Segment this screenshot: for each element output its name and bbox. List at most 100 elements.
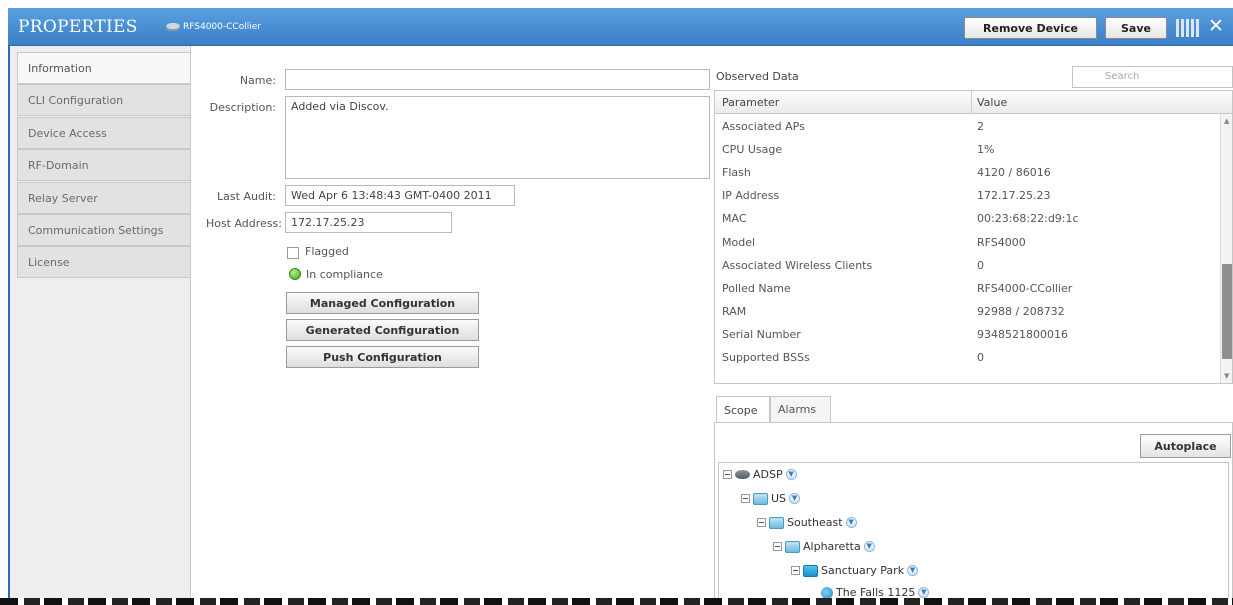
generated-configuration-button[interactable]: Generated Configuration xyxy=(286,319,479,341)
table-row[interactable]: Supported BSSs 0 xyxy=(715,346,1220,369)
cell-parameter: IP Address xyxy=(722,189,780,202)
chevron-down-icon[interactable]: ▼ xyxy=(918,587,930,598)
cell-parameter: Model xyxy=(722,236,756,249)
last-audit-field: Wed Apr 6 13:48:43 GMT-0400 2011 xyxy=(285,185,515,206)
sidebar-item-label: RF-Domain xyxy=(28,158,89,172)
tab-alarms[interactable]: Alarms xyxy=(770,396,831,422)
sidebar-item-cli-configuration[interactable]: CLI Configuration xyxy=(17,84,191,116)
managed-configuration-button[interactable]: Managed Configuration xyxy=(286,292,479,314)
cell-parameter: Associated Wireless Clients xyxy=(722,259,873,272)
cell-value: 92988 / 208732 xyxy=(977,305,1065,318)
chevron-down-icon[interactable]: ▼ xyxy=(863,541,875,552)
column-header-parameter[interactable]: Parameter xyxy=(722,96,779,109)
cell-value: 9348521800016 xyxy=(977,328,1068,341)
table-row[interactable]: RAM 92988 / 208732 xyxy=(715,300,1220,323)
park-icon xyxy=(803,564,818,577)
chevron-down-icon[interactable]: ▼ xyxy=(789,493,801,504)
search-input[interactable]: Search xyxy=(1072,66,1233,88)
collapse-icon[interactable] xyxy=(773,542,782,551)
scope-tree: ADSP ▼ US ▼ Southeast ▼ Alpharetta ▼ San… xyxy=(718,462,1229,605)
bottom-edge xyxy=(0,598,1233,605)
table-row[interactable]: Serial Number 9348521800016 xyxy=(715,323,1220,346)
table-row[interactable]: Flash 4120 / 86016 xyxy=(715,161,1220,184)
flagged-checkbox[interactable] xyxy=(287,247,299,259)
cell-value: 1% xyxy=(977,143,995,156)
cell-value: RFS4000 xyxy=(977,236,1026,249)
sidebar-item-label: Information xyxy=(28,61,92,75)
description-field[interactable]: Added via Discov. xyxy=(285,96,710,179)
close-icon[interactable]: ✕ xyxy=(1208,15,1224,37)
host-address-field[interactable]: 172.17.25.23 xyxy=(285,212,452,233)
collapse-icon[interactable] xyxy=(757,518,766,527)
collapse-icon[interactable] xyxy=(791,566,800,575)
folder-icon xyxy=(753,492,768,505)
scrollbar-thumb[interactable] xyxy=(1222,264,1232,359)
sidebar: Information CLI Configuration Device Acc… xyxy=(10,46,191,605)
cell-parameter: Polled Name xyxy=(722,282,791,295)
table-row[interactable]: Associated APs 2 xyxy=(715,115,1220,138)
column-header-value[interactable]: Value xyxy=(977,96,1007,109)
cell-parameter: RAM xyxy=(722,305,747,318)
sidebar-item-relay-server[interactable]: Relay Server xyxy=(17,182,191,214)
sidebar-item-device-access[interactable]: Device Access xyxy=(17,117,191,149)
building-icon xyxy=(821,586,833,599)
name-label: Name: xyxy=(239,74,276,87)
cell-value: RFS4000-CCollier xyxy=(977,282,1073,295)
cell-value: 00:23:68:22:d9:1c xyxy=(977,212,1079,225)
scroll-up-icon[interactable]: ▲ xyxy=(1224,117,1229,125)
drag-handle-icon[interactable] xyxy=(1176,19,1202,37)
chevron-down-icon[interactable]: ▼ xyxy=(845,517,857,528)
cell-parameter: Associated APs xyxy=(722,120,805,133)
tree-node-label: Sanctuary Park xyxy=(821,564,905,577)
tree-node-southeast[interactable]: Southeast ▼ xyxy=(757,516,857,529)
cell-value: 4120 / 86016 xyxy=(977,166,1051,179)
sidebar-item-label: Relay Server xyxy=(28,191,98,205)
properties-header: PROPERTIES RFS4000-CCollier Remove Devic… xyxy=(8,8,1233,46)
device-label: RFS4000-CCollier xyxy=(166,22,261,32)
remove-device-button[interactable]: Remove Device xyxy=(964,17,1097,39)
name-field[interactable] xyxy=(285,69,710,90)
cell-parameter: Flash xyxy=(722,166,751,179)
sidebar-item-label: Communication Settings xyxy=(28,223,164,237)
save-button[interactable]: Save xyxy=(1105,17,1167,39)
tree-node-label: Alpharetta xyxy=(803,540,861,553)
tree-node-us[interactable]: US ▼ xyxy=(741,492,801,505)
table-row[interactable]: IP Address 172.17.25.23 xyxy=(715,184,1220,207)
table-row[interactable]: Associated Wireless Clients 0 xyxy=(715,254,1220,277)
collapse-icon[interactable] xyxy=(723,470,732,479)
network-device-icon xyxy=(735,470,750,479)
table-header: Parameter Value xyxy=(715,91,1232,114)
push-configuration-button[interactable]: Push Configuration xyxy=(286,346,479,368)
tree-node-adsp[interactable]: ADSP ▼ xyxy=(723,468,797,481)
scroll-down-icon[interactable]: ▼ xyxy=(1224,372,1229,380)
sidebar-item-rf-domain[interactable]: RF-Domain xyxy=(17,149,191,181)
table-row[interactable]: Model RFS4000 xyxy=(715,231,1220,254)
chevron-down-icon[interactable]: ▼ xyxy=(907,565,919,576)
tree-node-label: ADSP xyxy=(753,468,783,481)
table-row[interactable]: CPU Usage 1% xyxy=(715,138,1220,161)
table-row[interactable]: MAC 00:23:68:22:d9:1c xyxy=(715,207,1220,230)
autoplace-button[interactable]: Autoplace xyxy=(1140,434,1231,458)
chevron-down-icon[interactable]: ▼ xyxy=(785,469,797,480)
sidebar-item-communication-settings[interactable]: Communication Settings xyxy=(17,214,191,246)
collapse-icon[interactable] xyxy=(741,494,750,503)
cell-value: 172.17.25.23 xyxy=(977,189,1051,202)
folder-icon xyxy=(769,516,784,529)
sidebar-item-information[interactable]: Information xyxy=(17,52,191,84)
sidebar-item-label: CLI Configuration xyxy=(28,93,124,107)
cell-value: 2 xyxy=(977,120,984,133)
cell-parameter: MAC xyxy=(722,212,747,225)
column-divider[interactable] xyxy=(971,91,972,114)
cell-parameter: CPU Usage xyxy=(722,143,783,156)
host-address-label: Host Address: xyxy=(205,217,282,230)
sidebar-item-license[interactable]: License xyxy=(17,246,191,278)
cell-parameter: Serial Number xyxy=(722,328,801,341)
tab-scope[interactable]: Scope xyxy=(716,396,770,423)
table-row[interactable]: Polled Name RFS4000-CCollier xyxy=(715,277,1220,300)
tree-node-sanctuary-park[interactable]: Sanctuary Park ▼ xyxy=(791,564,919,577)
tree-node-alpharetta[interactable]: Alpharetta ▼ xyxy=(773,540,875,553)
vertical-scrollbar[interactable]: ▲ ▼ xyxy=(1220,114,1232,383)
sidebar-item-label: Device Access xyxy=(28,126,107,140)
compliance-label: In compliance xyxy=(306,268,383,281)
device-name: RFS4000-CCollier xyxy=(183,22,261,32)
